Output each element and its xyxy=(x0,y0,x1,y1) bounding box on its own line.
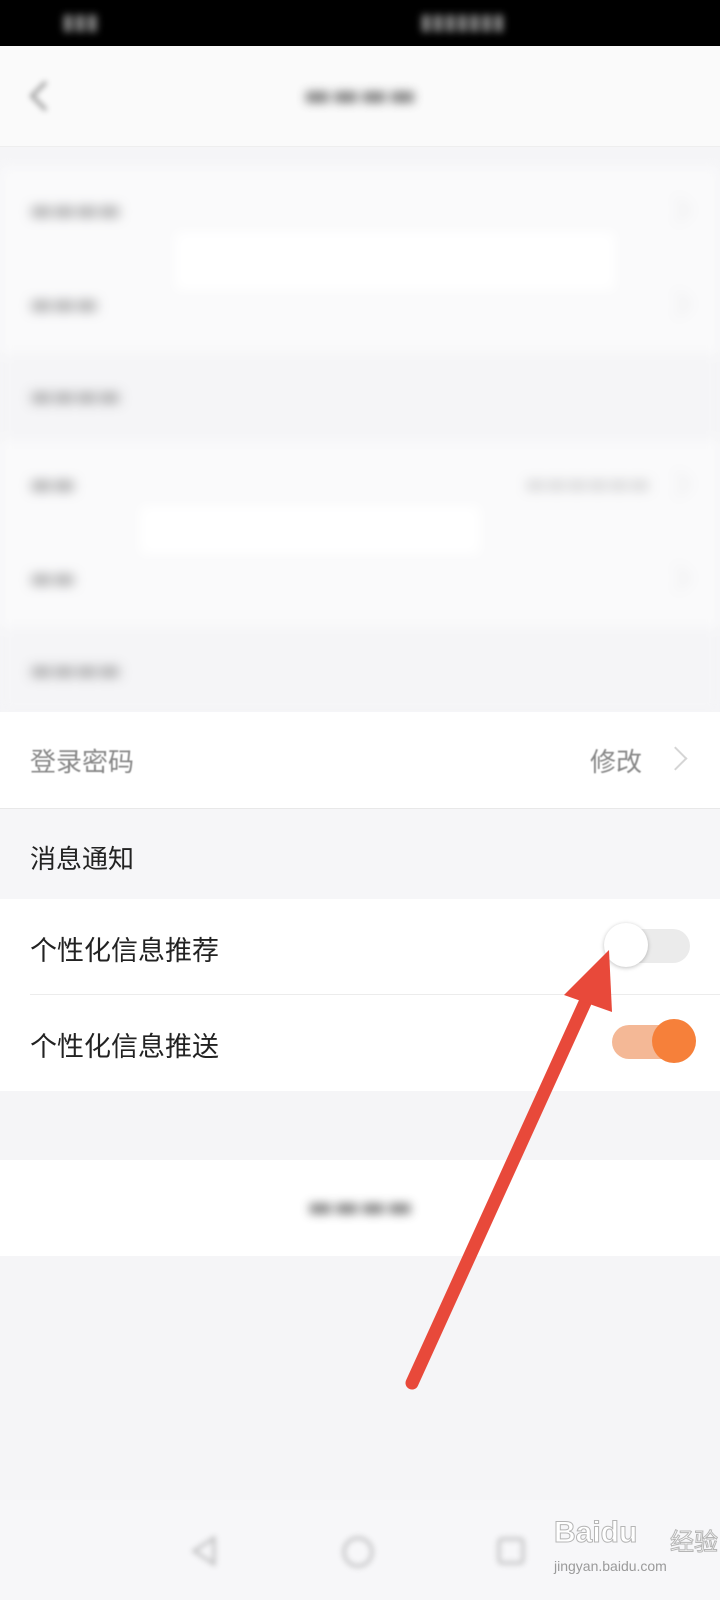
account-action-button[interactable]: ▬▬▬▬ xyxy=(0,1160,720,1256)
login-password-label: 登录密码 xyxy=(30,748,135,778)
watermark-brand: Baidu xyxy=(553,1516,638,1550)
nav-back-icon[interactable] xyxy=(188,1534,222,1568)
watermark-sub: 经验 xyxy=(670,1528,719,1557)
chevron-right-icon xyxy=(663,746,688,771)
mask-overlay xyxy=(175,232,615,290)
toggle-knob xyxy=(604,923,648,967)
account-action-label: ▬▬▬▬ xyxy=(307,1190,413,1223)
personalized-push-toggle[interactable] xyxy=(612,1019,696,1063)
mask-overlay xyxy=(140,506,480,554)
personalized-push-row: 个性化信息推送 xyxy=(0,995,720,1091)
status-icons: ▮▮▮▮▮▮▮ xyxy=(420,10,505,35)
personalized-recommend-row: 个性化信息推荐 xyxy=(0,899,720,995)
status-time: ▮▮▮ xyxy=(62,10,99,35)
login-password-row[interactable]: 登录密码 修改 xyxy=(0,712,720,809)
page-title: ▬▬▬▬ xyxy=(303,78,417,113)
watermark-url: jingyan.baidu.com xyxy=(554,1558,667,1574)
personalized-recommend-toggle[interactable] xyxy=(604,923,690,967)
status-bar: ▮▮▮ ▮▮▮▮▮▮▮ xyxy=(0,0,720,46)
section-header-blurred: ▬▬▬▬ xyxy=(0,628,720,714)
modify-link[interactable]: 修改 xyxy=(590,742,642,779)
nav-recents-icon[interactable] xyxy=(494,1534,528,1568)
section-header-blurred: ▬▬▬▬ xyxy=(0,354,720,440)
nav-home-icon[interactable] xyxy=(340,1534,376,1570)
personalized-recommend-label: 个性化信息推荐 xyxy=(30,936,219,967)
notification-section-title: 消息通知 xyxy=(30,845,135,875)
personalized-push-label: 个性化信息推送 xyxy=(30,1032,219,1063)
toggle-knob xyxy=(652,1019,696,1063)
baidu-jingyan-watermark: Baidu 经验 jingyan.baidu.com xyxy=(548,1510,718,1590)
title-bar: ▬▬▬▬ xyxy=(0,46,720,147)
notification-section-header: 消息通知 xyxy=(0,809,720,899)
